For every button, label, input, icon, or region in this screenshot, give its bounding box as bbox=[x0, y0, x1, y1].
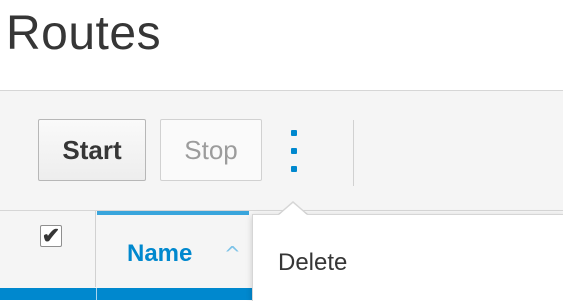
row-divider bbox=[96, 288, 97, 300]
page-title: Routes bbox=[6, 7, 162, 60]
menu-item-delete[interactable]: Delete bbox=[278, 249, 347, 277]
column-header-name-label[interactable]: Name bbox=[127, 240, 192, 268]
menu-arrow-inner bbox=[279, 203, 307, 215]
checkmark-icon: ✔ bbox=[41, 223, 61, 248]
kebab-dot bbox=[291, 148, 297, 154]
start-button[interactable]: Start bbox=[38, 119, 146, 181]
toolbar-divider bbox=[353, 120, 354, 186]
select-all-checkbox[interactable]: ✔ bbox=[40, 225, 62, 247]
kebab-vertical-icon[interactable] bbox=[283, 130, 305, 172]
kebab-dot bbox=[291, 166, 297, 172]
stop-button[interactable]: Stop bbox=[160, 119, 262, 181]
kebab-dot bbox=[291, 130, 297, 136]
sort-ascending-icon[interactable]: ^ bbox=[224, 242, 241, 266]
